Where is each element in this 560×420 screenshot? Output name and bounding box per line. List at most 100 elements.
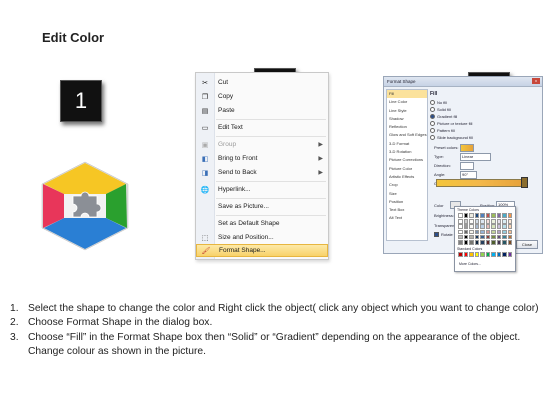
color-swatch[interactable]	[469, 213, 474, 218]
category-position[interactable]: Position	[387, 198, 427, 206]
color-swatch[interactable]	[480, 240, 485, 245]
color-swatch[interactable]	[507, 234, 512, 240]
color-swatch[interactable]	[491, 240, 496, 245]
category-3d-format[interactable]: 3-D Format	[387, 140, 427, 148]
color-swatch[interactable]	[474, 229, 479, 235]
fill-option-slide-bg[interactable]: Slide background fill	[430, 135, 473, 141]
color-swatch[interactable]	[458, 252, 463, 257]
fill-option-solid[interactable]: Solid fill	[430, 107, 451, 113]
more-colors-link[interactable]: More Colors...	[459, 262, 481, 266]
color-swatch[interactable]	[474, 234, 479, 240]
color-swatch[interactable]	[496, 213, 501, 218]
color-swatch[interactable]	[491, 229, 496, 235]
color-swatch[interactable]	[502, 229, 507, 235]
color-swatch[interactable]	[480, 252, 485, 257]
menu-item-size-position[interactable]: ⬚ Size and Position...	[196, 231, 328, 244]
fill-option-pattern[interactable]: Pattern fill	[430, 128, 455, 134]
color-swatch[interactable]	[458, 224, 463, 229]
color-swatch[interactable]	[496, 219, 501, 224]
menu-item-format-shape[interactable]: 🖌 Format Shape...	[196, 244, 328, 257]
gradient-stop-handle[interactable]	[521, 177, 528, 188]
category-fill[interactable]: Fill	[387, 90, 427, 99]
category-size[interactable]: Size	[387, 190, 427, 198]
color-swatch[interactable]	[491, 219, 496, 224]
color-swatch[interactable]	[502, 252, 507, 257]
color-swatch[interactable]	[502, 234, 507, 240]
preset-colors-dropdown[interactable]	[460, 144, 474, 152]
color-swatch[interactable]	[469, 224, 474, 229]
category-artistic-effects[interactable]: Artistic Effects	[387, 173, 427, 181]
color-swatch[interactable]	[474, 219, 479, 224]
menu-item-edit-text[interactable]: ▭ Edit Text	[196, 121, 328, 134]
category-crop[interactable]: Crop	[387, 181, 427, 189]
puzzle-shape[interactable]	[40, 160, 130, 252]
color-swatch[interactable]	[469, 234, 474, 240]
color-swatch[interactable]	[496, 229, 501, 235]
color-swatch[interactable]	[480, 229, 485, 235]
color-swatch[interactable]	[474, 213, 479, 218]
color-swatch[interactable]	[469, 219, 474, 224]
category-picture-corrections[interactable]: Picture Corrections	[387, 156, 427, 164]
color-swatch[interactable]	[507, 213, 512, 218]
color-swatch[interactable]	[496, 252, 501, 257]
color-swatch[interactable]	[458, 240, 463, 245]
color-swatch[interactable]	[458, 234, 463, 240]
color-swatch[interactable]	[474, 224, 479, 229]
color-swatch[interactable]	[463, 229, 468, 235]
color-swatch[interactable]	[485, 213, 490, 218]
color-swatch[interactable]	[469, 252, 474, 257]
color-swatch[interactable]	[507, 224, 512, 229]
fill-option-picture[interactable]: Picture or texture fill	[430, 121, 472, 127]
color-swatch[interactable]	[485, 219, 490, 224]
category-alt-text[interactable]: Alt Text	[387, 214, 427, 222]
category-line-style[interactable]: Line Style	[387, 107, 427, 115]
menu-item-hyperlink[interactable]: 🌐 Hyperlink...	[196, 183, 328, 196]
color-swatch[interactable]	[463, 219, 468, 224]
menu-item-save-as-picture[interactable]: Save as Picture...	[196, 200, 328, 213]
gradient-stops-bar[interactable]	[436, 179, 524, 187]
category-line-color[interactable]: Line Color	[387, 98, 427, 106]
color-swatch[interactable]	[507, 240, 512, 245]
color-swatch[interactable]	[480, 234, 485, 240]
direction-dropdown[interactable]	[460, 162, 474, 170]
color-swatch[interactable]	[474, 252, 479, 257]
menu-item-cut[interactable]: ✂ Cut	[196, 76, 328, 89]
color-swatch[interactable]	[463, 213, 468, 218]
color-swatch[interactable]	[458, 213, 463, 218]
color-swatch[interactable]	[507, 252, 512, 257]
color-swatch[interactable]	[458, 229, 463, 235]
color-swatch[interactable]	[480, 224, 485, 229]
category-3d-rotation[interactable]: 3-D Rotation	[387, 148, 427, 156]
angle-input[interactable]: 90°	[460, 171, 477, 179]
color-swatch[interactable]	[480, 219, 485, 224]
category-reflection[interactable]: Reflection	[387, 123, 427, 131]
color-swatch[interactable]	[502, 213, 507, 218]
close-button[interactable]: Close	[516, 240, 538, 249]
color-swatch[interactable]	[463, 240, 468, 245]
fill-option-gradient[interactable]: Gradient fill	[430, 114, 457, 120]
color-swatch[interactable]	[474, 240, 479, 245]
color-swatch[interactable]	[491, 252, 496, 257]
category-text-box[interactable]: Text Box	[387, 206, 427, 214]
color-swatch[interactable]	[502, 219, 507, 224]
color-swatch[interactable]	[485, 229, 490, 235]
color-swatch[interactable]	[463, 224, 468, 229]
close-icon[interactable]: x	[532, 78, 540, 84]
color-swatch[interactable]	[491, 224, 496, 229]
color-swatch[interactable]	[485, 234, 490, 240]
color-swatch[interactable]	[502, 240, 507, 245]
color-swatch[interactable]	[485, 240, 490, 245]
color-swatch[interactable]	[485, 252, 490, 257]
color-swatch[interactable]	[496, 224, 501, 229]
color-swatch[interactable]	[507, 219, 512, 224]
menu-item-set-default-shape[interactable]: Set as Default Shape	[196, 217, 328, 230]
color-swatch[interactable]	[469, 240, 474, 245]
menu-item-paste[interactable]: ▤ Paste	[196, 104, 328, 117]
color-swatch[interactable]	[507, 229, 512, 235]
color-swatch[interactable]	[496, 240, 501, 245]
category-glow[interactable]: Glow and Soft Edges	[387, 131, 427, 139]
category-shadow[interactable]: Shadow	[387, 115, 427, 123]
color-swatch[interactable]	[502, 224, 507, 229]
menu-item-send-to-back[interactable]: ◨ Send to Back ▶	[196, 166, 328, 179]
color-swatch[interactable]	[458, 219, 463, 224]
